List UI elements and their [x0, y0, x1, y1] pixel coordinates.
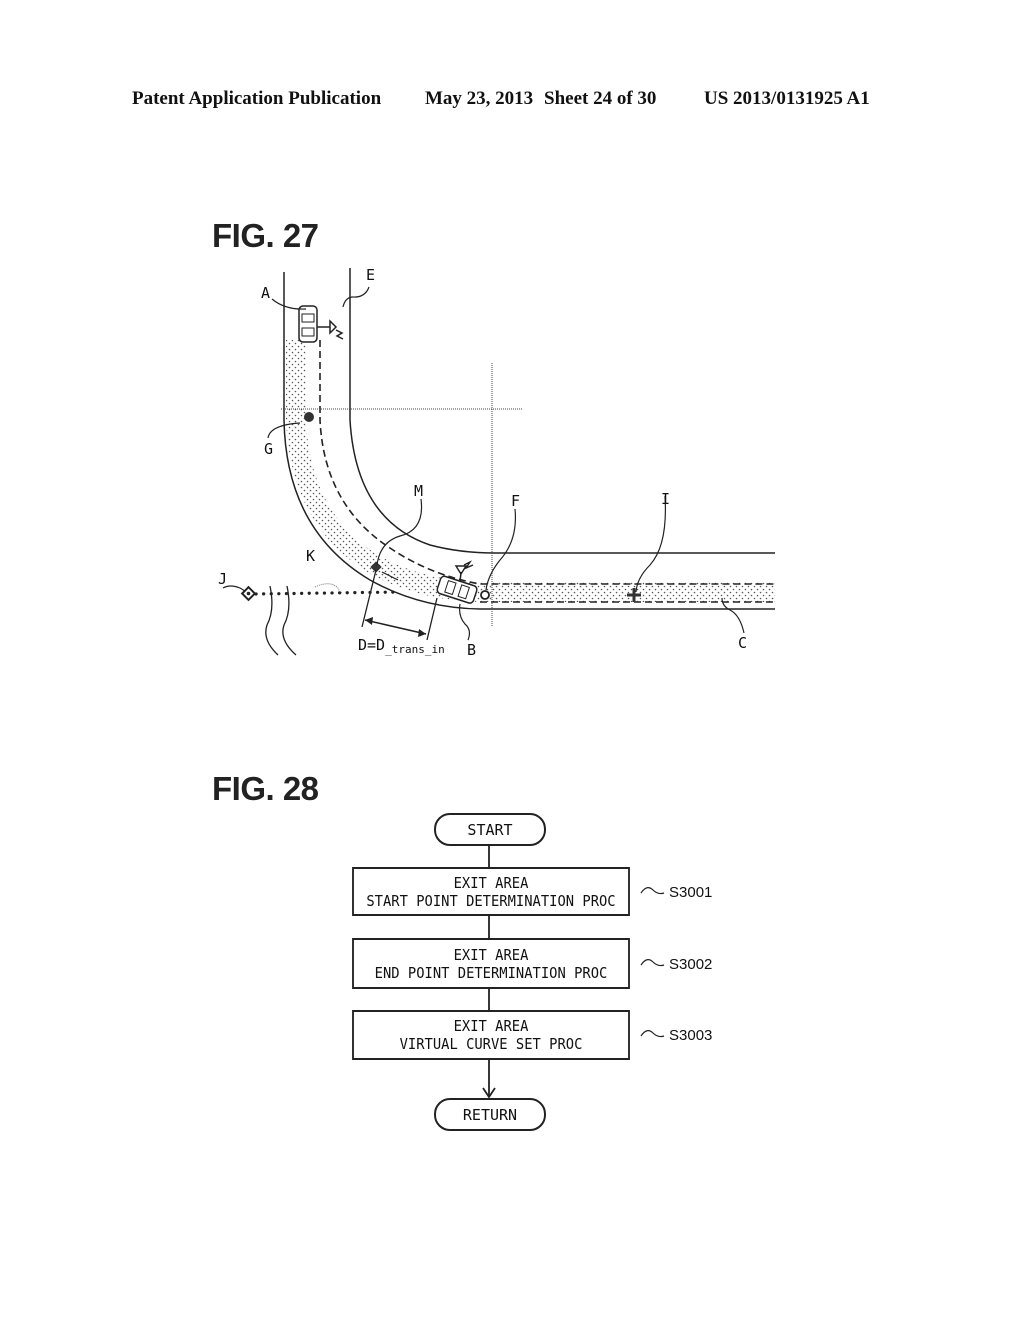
flowchart-start: START — [434, 813, 546, 846]
label-b: B — [467, 641, 476, 659]
fig28-title: FIG. 28 — [212, 770, 319, 807]
step-id-s3001: S3001 — [669, 884, 713, 901]
road-inner-edge — [349, 268, 775, 554]
step-s3002-line2: END POINT DETERMINATION PROC — [374, 963, 608, 982]
leader-m — [376, 498, 423, 566]
label-a: A — [261, 284, 270, 302]
flowchart-step-s3002: EXIT AREA END POINT DETERMINATION PROC — [352, 938, 630, 989]
return-label: RETURN — [462, 1105, 518, 1124]
flowchart-step-s3001: EXIT AREA START POINT DETERMINATION PROC — [352, 867, 630, 916]
flowchart-step-s3003: EXIT AREA VIRTUAL CURVE SET PROC — [352, 1010, 630, 1060]
break-mark-2 — [282, 585, 297, 656]
leader-b — [458, 603, 471, 641]
step-s3002-line1: EXIT AREA — [453, 945, 529, 964]
label-m: M — [414, 482, 423, 500]
break-mark-1 — [265, 585, 279, 656]
leader-k — [314, 583, 343, 593]
label-f: F — [511, 492, 520, 510]
label-i: I — [661, 490, 670, 508]
label-d-subscript: _trans_in — [385, 643, 445, 656]
point-g-marker — [304, 412, 314, 422]
dimension-arrow-d — [364, 617, 427, 637]
point-j-marker — [240, 585, 257, 602]
leader-f — [485, 508, 517, 591]
label-k: K — [306, 547, 315, 565]
step-s3001-line2: START POINT DETERMINATION PROC — [366, 891, 616, 910]
label-j: J — [218, 570, 227, 588]
point-f-marker — [480, 590, 490, 600]
lane-dashed-line — [319, 340, 775, 585]
label-e: E — [366, 266, 375, 284]
step-s3003-line2: VIRTUAL CURVE SET PROC — [399, 1035, 583, 1053]
label-c: C — [738, 634, 747, 652]
step-s3001-line1: EXIT AREA — [453, 873, 529, 892]
vehicle-b-antenna-icon — [454, 560, 474, 583]
route-path-k — [254, 590, 402, 596]
leader-c — [721, 597, 745, 634]
flowchart-return: RETURN — [434, 1098, 546, 1131]
vehicle-a-icon — [298, 305, 344, 343]
leader-i — [635, 495, 667, 593]
step-id-s3003: S3003 — [669, 1027, 713, 1044]
start-label: START — [467, 820, 513, 839]
lane-band — [286, 340, 775, 602]
step-id-s3002: S3002 — [669, 956, 713, 973]
leader-e — [342, 286, 370, 308]
step-s3003-line1: EXIT AREA — [453, 1017, 529, 1035]
label-g: G — [264, 440, 273, 458]
label-d-main: D=D — [358, 636, 385, 654]
label-dimension-d: D=D_trans_in — [358, 636, 445, 656]
vehicle-b-icon — [436, 575, 478, 604]
